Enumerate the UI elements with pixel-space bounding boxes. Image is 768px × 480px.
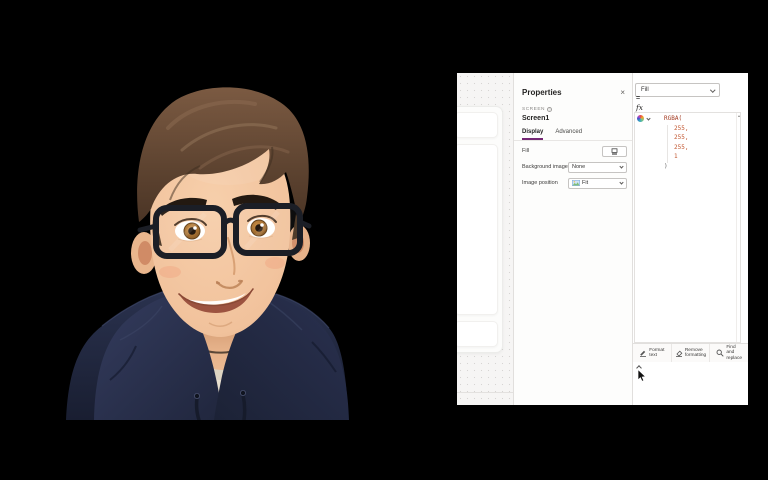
- fx-icon: fx: [636, 103, 644, 112]
- format-text-button[interactable]: Format text: [633, 344, 672, 362]
- code-line: 255,: [674, 143, 689, 151]
- background-image-label: Background image: [522, 164, 568, 170]
- close-icon[interactable]: ×: [620, 88, 627, 97]
- remove-formatting-icon: [675, 350, 683, 357]
- background-image-dropdown[interactable]: None: [568, 161, 627, 173]
- avatar-image: [66, 87, 349, 420]
- fill-label: Fill: [522, 148, 530, 154]
- code-line: 255,: [674, 134, 689, 141]
- chevron-down-icon: [709, 87, 715, 92]
- code-line: ): [664, 162, 668, 170]
- formula-bar: Fill = fx RGBA( 255, 255, 255, 1 ) Forma…: [632, 73, 748, 405]
- properties-panel: Properties × SCREEN Screen1 Display Adva…: [513, 73, 632, 405]
- code-line: 255,: [674, 124, 689, 132]
- screen-preview[interactable]: [457, 106, 503, 353]
- indent-guide: [667, 125, 668, 163]
- canvas-divider: [457, 392, 513, 393]
- search-icon: [716, 349, 724, 357]
- element-type-label: SCREEN: [522, 107, 545, 112]
- tab-advanced[interactable]: Advanced: [555, 129, 582, 140]
- color-wheel-icon[interactable]: [637, 115, 644, 122]
- find-and-replace-button[interactable]: Find and replace: [710, 344, 748, 362]
- image-position-value: Fit: [582, 180, 589, 186]
- canvas-card[interactable]: [457, 112, 498, 138]
- code-line: 1: [674, 153, 678, 160]
- equals-sign: =: [636, 95, 641, 102]
- fill-color-button[interactable]: [602, 145, 627, 157]
- app-window: Properties × SCREEN Screen1 Display Adva…: [457, 73, 748, 405]
- screenshot-stage: Properties × SCREEN Screen1 Display Adva…: [0, 0, 768, 480]
- color-picker-icon: [611, 147, 618, 155]
- remove-formatting-button[interactable]: Remove formatting: [672, 344, 711, 362]
- editor-scrollbar[interactable]: [736, 113, 740, 342]
- image-position-dropdown[interactable]: Fit: [568, 177, 627, 189]
- tabs-divider: [514, 140, 632, 141]
- format-text-label: Format text: [649, 347, 665, 358]
- find-and-replace-label: Find and replace: [726, 345, 743, 361]
- properties-title: Properties: [522, 88, 562, 97]
- remove-formatting-label: Remove formatting: [684, 347, 707, 358]
- chevron-down-icon: [619, 180, 624, 185]
- chevron-down-icon[interactable]: [646, 115, 651, 121]
- formula-editor[interactable]: RGBA( 255, 255, 255, 1 ): [634, 112, 741, 343]
- canvas-card[interactable]: [457, 144, 498, 315]
- tab-display[interactable]: Display: [522, 129, 544, 140]
- info-icon: [547, 107, 552, 112]
- code-line: RGBA(: [664, 115, 683, 122]
- canvas-card[interactable]: [457, 321, 498, 347]
- format-text-icon: [640, 350, 647, 357]
- design-canvas[interactable]: [457, 73, 513, 405]
- element-name: Screen1: [522, 115, 550, 122]
- background-image-value: None: [572, 164, 586, 170]
- chevron-down-icon: [619, 164, 624, 169]
- property-selector-value: Fill: [641, 87, 649, 93]
- scrollbar-up-icon[interactable]: [737, 115, 740, 117]
- mouse-cursor: [637, 369, 647, 382]
- formula-footer-toolbar: Format text Remove formatting Find and r…: [633, 343, 748, 362]
- property-selector-dropdown[interactable]: Fill: [635, 83, 720, 97]
- image-icon: [572, 180, 580, 186]
- image-position-label: Image position: [522, 180, 558, 186]
